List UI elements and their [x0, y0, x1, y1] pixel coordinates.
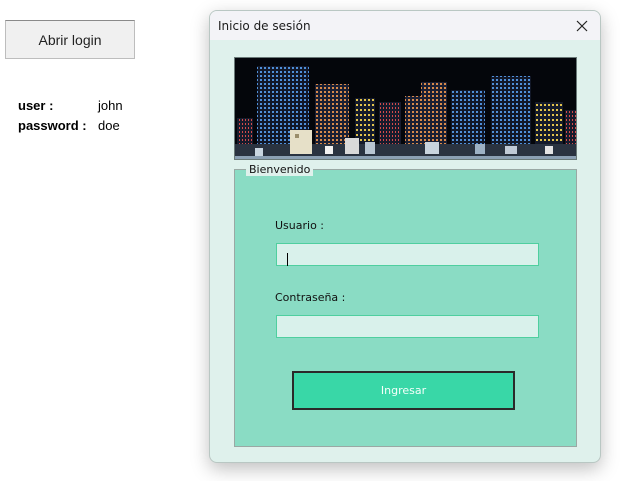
username-label: Usuario : — [275, 219, 325, 232]
close-icon — [576, 20, 588, 31]
submit-button[interactable]: Ingresar — [292, 371, 515, 410]
login-dialog: Inicio de sesión Bienvenido Usuario: Co… — [209, 10, 601, 463]
open-login-button[interactable]: Abrir login — [5, 20, 135, 59]
welcome-group-label: Bienvenido — [246, 163, 314, 176]
credential-row-password: password : doe — [18, 116, 123, 136]
credentials-note: user : john password : doe — [18, 96, 123, 136]
user-key-label: user : — [18, 98, 54, 113]
password-value-label: doe — [98, 118, 120, 133]
username-input[interactable] — [276, 243, 539, 266]
text-caret — [287, 253, 288, 266]
city-skyline-image — [235, 58, 576, 159]
user-value-label: john — [98, 98, 123, 113]
credential-row-user: user : john — [18, 96, 123, 116]
welcome-group: Bienvenido Usuario : Contraseña : Ingres… — [234, 163, 577, 447]
password-input[interactable] — [276, 315, 539, 338]
password-label: Contraseña : — [275, 291, 346, 304]
close-button[interactable] — [572, 16, 592, 36]
city-banner-image — [234, 57, 577, 160]
dialog-title: Inicio de sesión — [218, 18, 311, 33]
dialog-titlebar[interactable]: Inicio de sesión — [210, 11, 600, 40]
password-key-label: password : — [18, 118, 87, 133]
